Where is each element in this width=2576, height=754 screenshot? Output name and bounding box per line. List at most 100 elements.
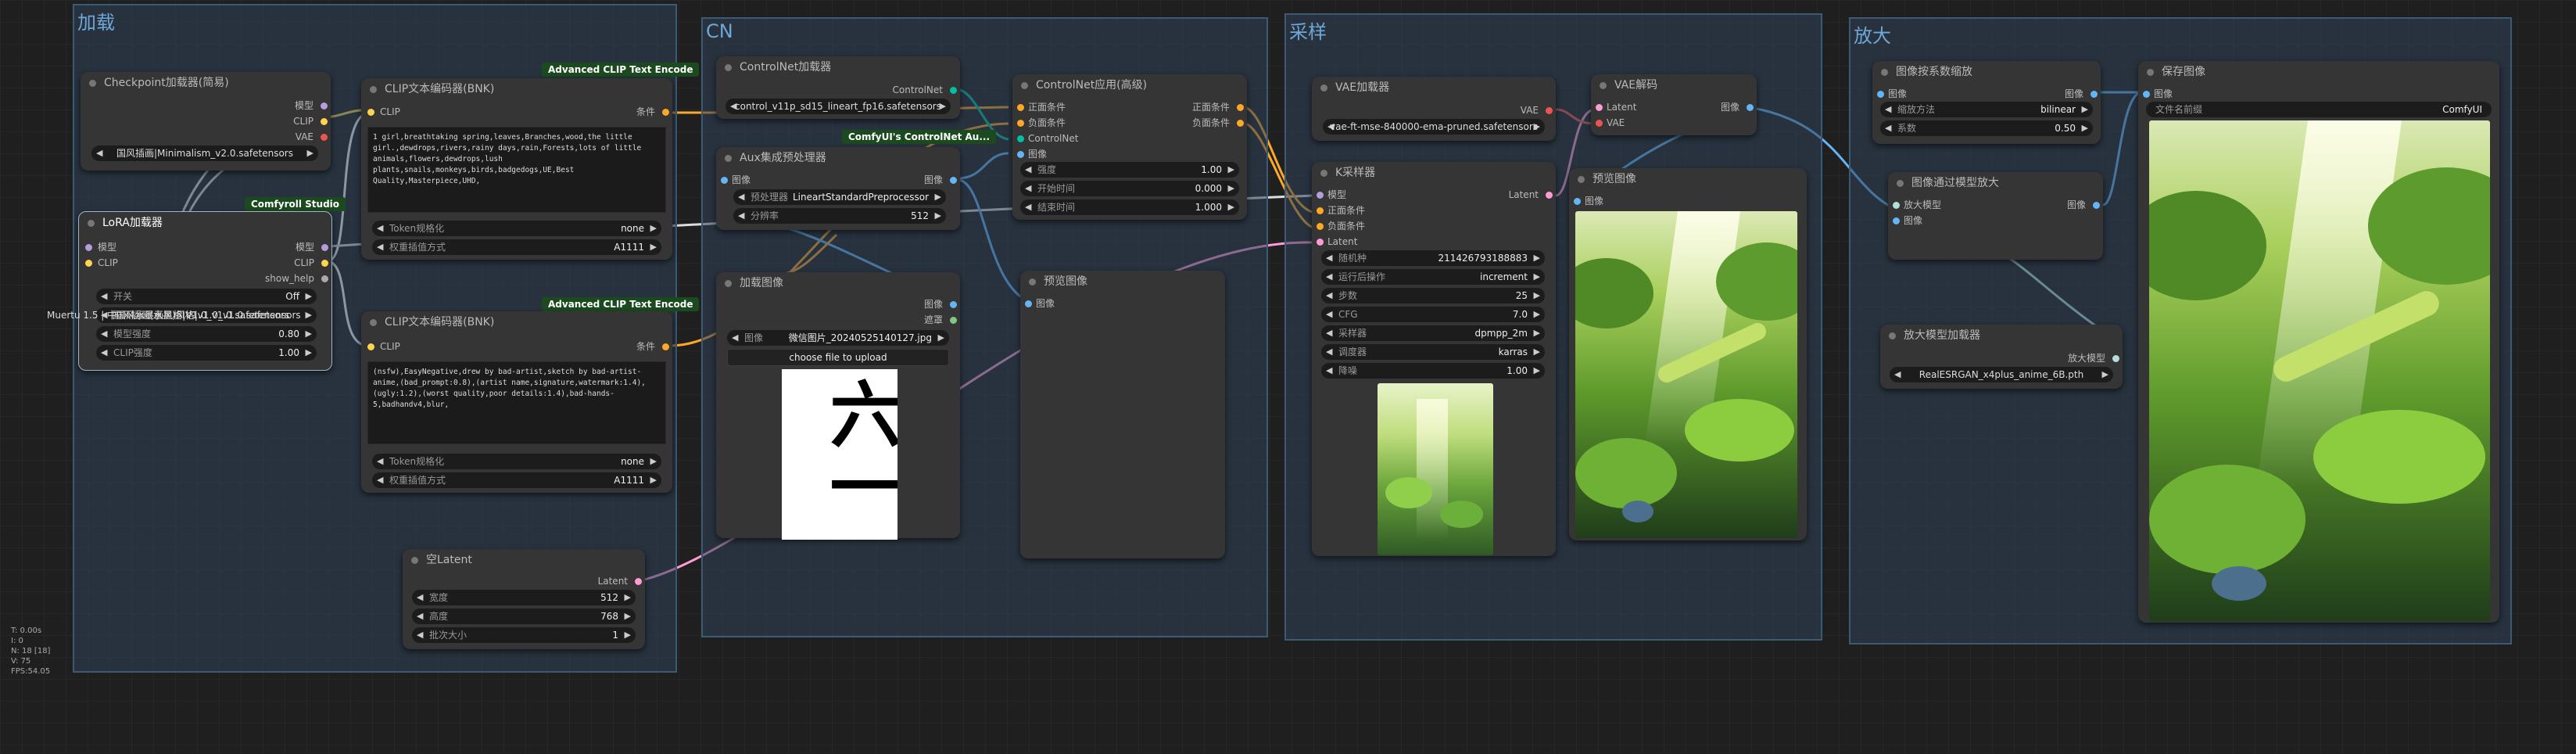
- node-upscale-model-loader[interactable]: 放大模型加载器 放大模型 ◀ RealESRGAN_x4plus_anime_6B…: [1880, 325, 2123, 389]
- in-image-dot[interactable]: [721, 177, 728, 184]
- ckpt-select[interactable]: ◀ 国风插画|Minimalism_v2.0.safetensors ▶: [91, 145, 318, 161]
- upload-button[interactable]: choose file to upload: [727, 349, 949, 366]
- resolution-input[interactable]: ◀ 分辨率 512 ▶: [733, 208, 946, 224]
- out-upscale-model-dot[interactable]: [2112, 355, 2119, 362]
- cfg-input[interactable]: ◀ CFG 7.0 ▶: [1321, 307, 1545, 322]
- node-image-scale-by[interactable]: 图像按系数缩放 图像 图像 ◀ 缩放方法 bilinear ▶ ◀ 系数 0.50 ▶: [1872, 61, 2101, 144]
- in-pos-dot[interactable]: [1317, 207, 1324, 214]
- node-title: LoRA加载器: [79, 212, 331, 234]
- node-vae-decode[interactable]: VAE解码 Latent VAE 图像: [1591, 74, 1757, 135]
- out-cond-dot[interactable]: [662, 109, 669, 116]
- vae-select[interactable]: ◀ vae-ft-mse-840000-ema-pruned.safetensor…: [1323, 119, 1545, 135]
- node-clip-encoder-negative[interactable]: CLIP文本编码器(BNK) CLIP 条件 (nsfw),EasyNegati…: [361, 311, 672, 493]
- in-clip-dot[interactable]: [367, 343, 374, 350]
- end-percent-input[interactable]: ◀ 结束时间 1.000 ▶: [1020, 199, 1239, 215]
- out-model-dot[interactable]: [321, 102, 328, 110]
- scale-factor-input[interactable]: ◀ 系数 0.50 ▶: [1880, 120, 2093, 136]
- prompt-textarea[interactable]: (nsfw),EasyNegative,drew by bad-artist,s…: [367, 361, 666, 444]
- weight-interpretation[interactable]: ◀ 权重插值方式 A1111 ▶: [372, 239, 661, 255]
- batch-input[interactable]: ◀ 批次大小 1 ▶: [412, 627, 636, 643]
- out-neg-dot[interactable]: [1237, 120, 1244, 127]
- node-title: K采样器: [1312, 162, 1556, 184]
- out-image-dot[interactable]: [2093, 202, 2100, 209]
- out-latent-dot[interactable]: [635, 578, 642, 585]
- width-input[interactable]: ◀ 宽度 512 ▶: [412, 590, 636, 605]
- out-vae-dot[interactable]: [321, 134, 328, 141]
- node-checkpoint-loader[interactable]: Checkpoint加载器(简易) 模型 CLIP VAE ◀ 国风插画|Mini…: [81, 72, 331, 171]
- out-image-dot[interactable]: [2091, 91, 2098, 98]
- node-preview-result[interactable]: 预览图像 图像: [1569, 168, 1807, 540]
- image-select[interactable]: ◀ 图像 微信图片_20240525140127.jpg ▶: [727, 330, 949, 346]
- in-image-dot[interactable]: [1877, 91, 1884, 98]
- steps-input[interactable]: ◀ 步数 25 ▶: [1321, 288, 1545, 303]
- lora-ghost-text: Muertu 1.5 | 中国风水墨画风格|V1.0_v1.0.safetens…: [47, 310, 290, 321]
- in-neg-dot[interactable]: [1017, 120, 1024, 127]
- node-save-image[interactable]: 保存图像 图像 文件名前缀 ComfyUI: [2138, 61, 2499, 623]
- switch-toggle[interactable]: ◀ 开关 Off ▶: [96, 289, 317, 304]
- in-model: 模型: [1327, 189, 1347, 200]
- out-image-dot[interactable]: [1747, 104, 1754, 111]
- node-aux-preprocessor[interactable]: Aux集成预处理器 图像 图像 ◀ 预处理器 LineartStandardPrep…: [716, 147, 960, 230]
- in-latent-dot[interactable]: [1596, 104, 1603, 111]
- out-model-dot[interactable]: [321, 244, 328, 251]
- controlnet-select[interactable]: ◀ control_v11p_sd15_lineart_fp16.safetens…: [726, 99, 951, 114]
- node-controlnet-loader[interactable]: ControlNet加载器 ControlNet ◀ control_v11p_s…: [716, 56, 960, 119]
- in-image-dot[interactable]: [1017, 151, 1024, 158]
- out-latent-dot[interactable]: [1546, 192, 1553, 199]
- out-image-dot[interactable]: [950, 301, 957, 308]
- in-vae-dot[interactable]: [1596, 120, 1603, 127]
- preprocessor-select[interactable]: ◀ 预处理器 LineartStandardPreprocessor ▶: [733, 189, 946, 205]
- in-model-dot[interactable]: [1317, 192, 1324, 199]
- in-image-dot[interactable]: [1574, 198, 1581, 205]
- in-image-dot[interactable]: [1893, 217, 1900, 224]
- clip-strength[interactable]: ◀ CLIP强度 1.00 ▶: [96, 345, 317, 361]
- node-title: 保存图像: [2138, 61, 2499, 83]
- out-cond-dot[interactable]: [662, 343, 669, 350]
- in-image-dot[interactable]: [1025, 300, 1032, 307]
- control-after-generate[interactable]: ◀ 运行后操作 increment ▶: [1321, 269, 1545, 285]
- out-clip-dot[interactable]: [321, 260, 328, 267]
- token-normalization[interactable]: ◀ Token规格化 none ▶: [372, 454, 661, 469]
- out-vae-dot[interactable]: [1546, 107, 1553, 114]
- out-clip-dot[interactable]: [321, 118, 328, 125]
- sampler-select[interactable]: ◀ 采样器 dpmpp_2m ▶: [1321, 325, 1545, 341]
- in-upscale-model-dot[interactable]: [1893, 202, 1900, 209]
- node-lora-loader[interactable]: LoRA加载器 模型 CLIP 模型 CLIP show_help ◀ 开关 Off…: [78, 211, 332, 371]
- start-percent-input[interactable]: ◀ 开始时间 0.000 ▶: [1020, 181, 1239, 196]
- filename-prefix-input[interactable]: 文件名前缀 ComfyUI: [2146, 102, 2492, 117]
- node-load-image[interactable]: 加载图像 图像 遮罩 ◀ 图像 微信图片_20240525140127.jpg ▶ c…: [716, 272, 960, 540]
- in-image-dot[interactable]: [2143, 91, 2150, 98]
- node-vae-loader[interactable]: VAE加载器 VAE ◀ vae-ft-mse-840000-ema-pruned…: [1312, 77, 1556, 141]
- in-clip-dot[interactable]: [85, 260, 92, 267]
- out-mask-dot[interactable]: [950, 317, 957, 324]
- in-latent-dot[interactable]: [1317, 239, 1324, 246]
- node-title: 预览图像: [1569, 168, 1807, 190]
- token-normalization[interactable]: ◀ Token规格化 none ▶: [372, 221, 661, 236]
- out-help-dot[interactable]: [321, 275, 328, 282]
- in-model-dot[interactable]: [85, 244, 92, 251]
- node-clip-encoder-positive[interactable]: CLIP文本编码器(BNK) CLIP 条件 1 girl,breathtaki…: [361, 78, 672, 260]
- node-ksampler[interactable]: K采样器 模型 正面条件 负面条件 Latent Latent ◀ 随机种 2114…: [1312, 162, 1556, 556]
- weight-interpretation[interactable]: ◀ 权重插值方式 A1111 ▶: [372, 472, 661, 488]
- height-input[interactable]: ◀ 高度 768 ▶: [412, 609, 636, 624]
- in-clip-dot[interactable]: [367, 109, 374, 116]
- strength-input[interactable]: ◀ 强度 1.00 ▶: [1020, 162, 1239, 178]
- prompt-textarea[interactable]: 1 girl,breathtaking spring,leaves,Branch…: [367, 127, 666, 213]
- upscale-method-select[interactable]: ◀ 缩放方法 bilinear ▶: [1880, 102, 2093, 117]
- upscale-model-select[interactable]: ◀ RealESRGAN_x4plus_anime_6B.pth ▶: [1890, 367, 2113, 382]
- out-pos-dot[interactable]: [1237, 104, 1244, 111]
- in-cn-dot[interactable]: [1017, 135, 1024, 142]
- node-upscale-with-model[interactable]: 图像通过模型放大 放大模型 图像 图像: [1888, 172, 2103, 260]
- model-strength[interactable]: ◀ 模型强度 0.80 ▶: [96, 326, 317, 342]
- seed-input[interactable]: ◀ 随机种 211426793188883 ▶: [1321, 250, 1545, 266]
- scheduler-select[interactable]: ◀ 调度器 karras ▶: [1321, 344, 1545, 360]
- node-controlnet-apply[interactable]: ControlNet应用(高级) 正面条件 负面条件 ControlNet 图像…: [1012, 74, 1247, 220]
- out-image-dot[interactable]: [950, 177, 957, 184]
- node-empty-latent[interactable]: 空Latent Latent ◀ 宽度 512 ▶ ◀ 高度 768 ▶ ◀ 批次大小 1 ▶: [403, 549, 645, 649]
- node-preview-lineart[interactable]: 预览图像 图像: [1020, 271, 1225, 558]
- out-controlnet-dot[interactable]: [950, 87, 957, 94]
- in-pos-dot[interactable]: [1017, 104, 1024, 111]
- in-neg-dot[interactable]: [1317, 223, 1324, 230]
- in-image: 图像: [1904, 215, 1923, 226]
- denoise-input[interactable]: ◀ 降噪 1.00 ▶: [1321, 363, 1545, 379]
